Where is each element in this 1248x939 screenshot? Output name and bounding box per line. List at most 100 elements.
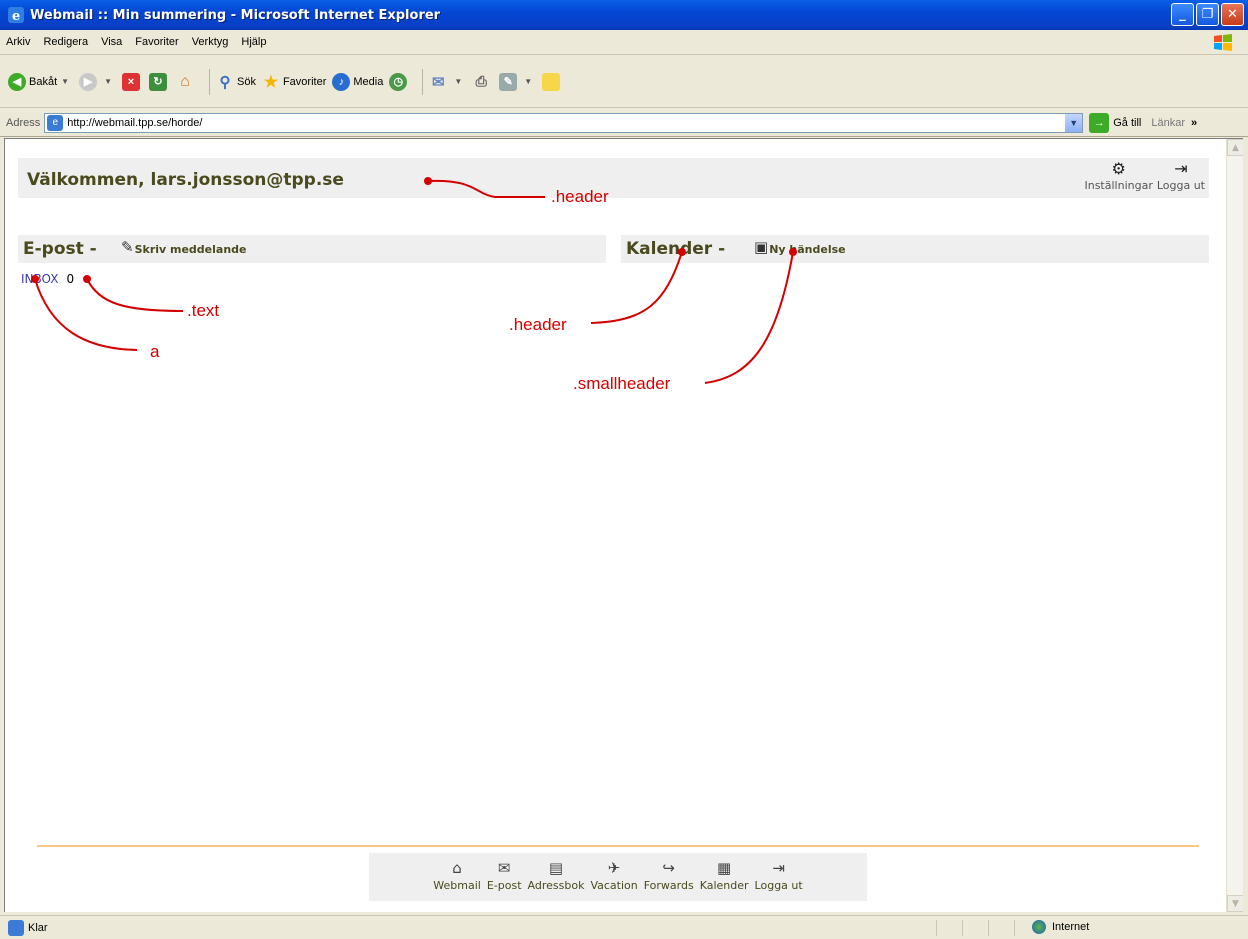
new-event-label: Ny händelse	[769, 243, 846, 256]
menu-bar: Arkiv Redigera Visa Favoriter Verktyg Hj…	[0, 30, 1248, 55]
vertical-scrollbar[interactable]: ▲ ▼	[1226, 139, 1243, 912]
annotation-header-mid: .header	[509, 315, 567, 334]
forward-arrow-icon: ▶	[79, 72, 98, 91]
links-label: Länkar	[1151, 116, 1186, 129]
stop-button[interactable]: ×	[121, 72, 143, 91]
zone-label: Internet	[1052, 921, 1090, 933]
airplane-icon: ✈	[607, 859, 621, 877]
menu-favoriter[interactable]: Favoriter	[135, 36, 178, 48]
favorites-button[interactable]: ★ Favoriter	[262, 73, 327, 91]
back-arrow-icon: ◀	[8, 72, 26, 91]
home-icon: ⌂	[180, 72, 190, 90]
annotation-text: .text	[187, 301, 220, 320]
go-label: Gå till	[1113, 116, 1142, 129]
back-label: Bakåt	[29, 75, 58, 88]
minimize-button[interactable]: _	[1171, 3, 1194, 26]
print-icon: ⎙	[475, 73, 487, 89]
page-viewport: Välkommen, lars.jonsson@tpp.se ⚙ Inställ…	[4, 138, 1243, 912]
footer-divider	[37, 845, 1199, 847]
settings-label: Inställningar	[1084, 179, 1153, 192]
nav-label: Adressbok	[527, 879, 585, 892]
go-button[interactable]: → Gå till	[1089, 112, 1142, 133]
nav-label: Logga ut	[754, 879, 803, 892]
links-toolbar[interactable]: Länkar »	[1151, 117, 1197, 129]
menu-arkiv[interactable]: Arkiv	[6, 36, 30, 48]
menu-visa[interactable]: Visa	[101, 36, 122, 48]
status-text: Klar	[28, 921, 48, 934]
mail-dropdown-icon[interactable]: ▼	[454, 77, 462, 86]
logout-link[interactable]: ⇥ Logga ut	[1157, 159, 1205, 192]
welcome-text: Välkommen, lars.jonsson@tpp.se	[27, 170, 344, 190]
nav-webmail[interactable]: ⌂ Webmail	[430, 853, 484, 901]
envelope-icon: ✉	[497, 859, 511, 877]
mail-button[interactable]: ✉ ▼	[429, 73, 466, 91]
nav-forwards[interactable]: ↪ Forwards	[641, 853, 697, 901]
calendar-section-header: Kalender - ▣ Ny händelse	[621, 235, 1209, 263]
nav-kalender[interactable]: ▦ Kalender	[697, 853, 752, 901]
nav-epost[interactable]: ✉ E-post	[484, 853, 525, 901]
forward-button[interactable]: ▶ ▼	[79, 72, 116, 91]
refresh-icon: ↻	[148, 72, 167, 91]
compose-icon: ✎	[121, 238, 134, 256]
close-button[interactable]: ✕	[1221, 3, 1244, 26]
svg-text:e: e	[12, 9, 20, 24]
search-button[interactable]: ⚲ Sök	[216, 73, 256, 91]
address-label: Adress	[6, 116, 41, 129]
nav-label: Webmail	[433, 879, 481, 892]
chevron-right-icon[interactable]: »	[1191, 117, 1197, 129]
address-book-icon: ▤	[548, 859, 564, 877]
search-icon: ⚲	[219, 73, 231, 91]
restore-button[interactable]: ❐	[1196, 3, 1219, 26]
inbox-link[interactable]: INBOX	[21, 272, 58, 286]
address-input[interactable]: e http://webmail.tpp.se/horde/ ▼	[44, 112, 1084, 133]
email-title: E-post -	[23, 239, 97, 259]
window-title: Webmail :: Min summering - Microsoft Int…	[30, 7, 441, 23]
logout-icon: ⇥	[1174, 159, 1188, 178]
favorites-label: Favoriter	[282, 75, 327, 88]
forward-dropdown-icon[interactable]: ▼	[104, 77, 112, 86]
stop-icon: ×	[121, 72, 140, 91]
back-dropdown-icon[interactable]: ▼	[61, 77, 69, 86]
scroll-down-icon[interactable]: ▼	[1227, 895, 1243, 912]
page-status-icon	[8, 919, 24, 936]
nav-label: Vacation	[590, 879, 638, 892]
status-divider	[988, 920, 989, 936]
address-url: http://webmail.tpp.se/horde/	[67, 116, 203, 129]
edit-icon: ✎	[499, 72, 518, 91]
compose-label: Skriv meddelande	[134, 243, 247, 256]
address-dropdown-icon[interactable]: ▼	[1065, 113, 1083, 132]
media-button[interactable]: ♪ Media	[332, 72, 383, 91]
edit-dropdown-icon[interactable]: ▼	[524, 77, 532, 86]
logout-label: Logga ut	[1156, 179, 1205, 192]
search-label: Sök	[236, 75, 256, 88]
status-divider	[1014, 920, 1015, 936]
messenger-button[interactable]	[542, 72, 563, 91]
ie-logo-icon: e	[8, 7, 24, 24]
compose-link[interactable]: ✎ Skriv meddelande	[121, 238, 247, 256]
media-icon: ♪	[332, 72, 351, 91]
home-button[interactable]: ⌂	[176, 73, 197, 91]
window-titlebar: e Webmail :: Min summering - Microsoft I…	[0, 0, 1248, 30]
history-button[interactable]: ◷	[389, 72, 410, 91]
nav-logout[interactable]: ⇥ Logga ut	[752, 853, 806, 901]
menu-redigera[interactable]: Redigera	[43, 36, 88, 48]
back-button[interactable]: ◀ Bakåt ▼	[8, 72, 73, 91]
edit-button[interactable]: ✎ ▼	[499, 72, 536, 91]
windows-flag-icon	[1214, 34, 1232, 51]
nav-adressbok[interactable]: ▤ Adressbok	[525, 853, 588, 901]
status-divider	[962, 920, 963, 936]
refresh-button[interactable]: ↻	[148, 72, 170, 91]
scroll-up-icon[interactable]: ▲	[1227, 139, 1243, 156]
status-bar: Klar Internet	[0, 915, 1248, 939]
nav-vacation[interactable]: ✈ Vacation	[587, 853, 640, 901]
settings-link[interactable]: ⚙ Inställningar	[1084, 159, 1152, 192]
note-icon	[542, 72, 561, 91]
menu-hjalp[interactable]: Hjälp	[241, 36, 266, 48]
annotation-header-top: .header	[551, 187, 609, 206]
logout-icon: ⇥	[772, 859, 785, 877]
annotation-smallheader: .smallheader	[573, 374, 671, 393]
print-button[interactable]: ⎙	[472, 73, 493, 91]
nav-label: E-post	[486, 879, 522, 892]
new-event-link[interactable]: ▣ Ny händelse	[754, 238, 846, 256]
menu-verktyg[interactable]: Verktyg	[192, 36, 229, 48]
